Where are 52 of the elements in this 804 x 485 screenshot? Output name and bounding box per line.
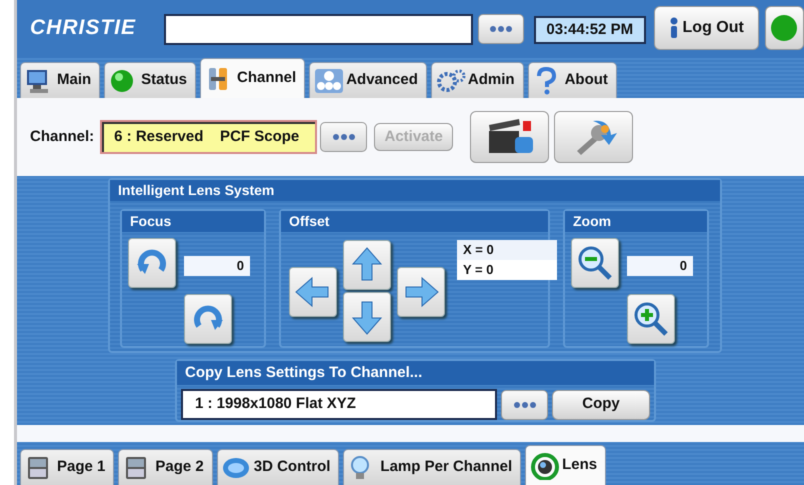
status-light-icon: [770, 14, 798, 42]
focus-out-button[interactable]: [128, 238, 176, 288]
tab[interactable]: 3D Control: [216, 449, 340, 485]
person-icon: [668, 17, 679, 39]
status-button[interactable]: [764, 6, 804, 50]
section-title: Focus: [122, 211, 264, 232]
y-offset-value: Y = 0: [457, 260, 557, 280]
zoom-in-button[interactable]: [627, 294, 675, 344]
left-button[interactable]: [289, 267, 337, 317]
lens-icon: [530, 452, 560, 480]
browse-button[interactable]: [478, 14, 524, 44]
tab[interactable]: About: [528, 62, 617, 98]
tab[interactable]: Page 1: [20, 449, 114, 485]
logo: CHRISTIE: [30, 15, 138, 41]
clock: 03:44:52 PM: [534, 16, 646, 44]
dots-icon: [332, 133, 356, 141]
zoom-value: 0: [627, 256, 693, 276]
tab[interactable]: Status: [104, 62, 196, 98]
gauges-icon: [314, 66, 344, 94]
section-title: Offset: [281, 211, 548, 232]
section-title: Zoom: [565, 211, 707, 232]
settings-button[interactable]: [554, 111, 634, 163]
tab[interactable]: Main: [20, 62, 100, 98]
right-button[interactable]: [397, 267, 445, 317]
tab[interactable]: Page 2: [118, 449, 213, 485]
browse-button[interactable]: [501, 390, 548, 420]
copy-channel-field[interactable]: 1 : 1998x1080 Flat XYZ: [181, 389, 497, 420]
zoom-out-button[interactable]: [571, 238, 619, 288]
tab[interactable]: Lens: [525, 445, 606, 485]
panel-title: Copy Lens Settings To Channel...: [177, 361, 654, 385]
panel-title: Intelligent Lens System: [110, 180, 720, 201]
browse-button[interactable]: [320, 122, 368, 152]
tab[interactable]: Channel: [200, 58, 306, 98]
logout-button[interactable]: Log Out: [654, 6, 758, 50]
channel-label: Channel:: [30, 126, 94, 147]
tab[interactable]: Advanced: [309, 62, 427, 98]
x-offset-value: X = 0: [457, 240, 557, 260]
zoom-out-icon: [576, 244, 614, 282]
3d-button[interactable]: [470, 111, 550, 163]
copy-button[interactable]: Copy: [552, 390, 650, 420]
gears-icon: [436, 66, 466, 94]
channel-field[interactable]: 6 : Reserved PCF Scope: [100, 120, 318, 154]
focus-value: 0: [184, 256, 250, 276]
dots-icon: [488, 25, 513, 33]
down-button[interactable]: [343, 292, 391, 342]
tab[interactable]: Admin: [430, 62, 524, 98]
focus-in-button[interactable]: [184, 294, 232, 344]
tab[interactable]: Lamp Per Channel: [343, 449, 522, 485]
up-button[interactable]: [343, 240, 391, 290]
dots-icon: [512, 400, 536, 408]
message-field[interactable]: [164, 14, 474, 45]
zoom-in-icon: [632, 300, 670, 338]
